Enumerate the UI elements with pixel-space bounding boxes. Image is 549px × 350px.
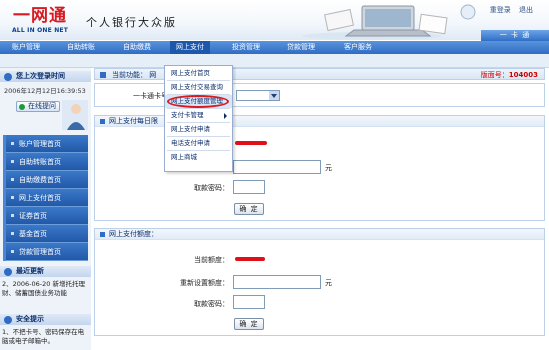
version-number: 104003 xyxy=(508,71,538,79)
security-header: 安全提示 xyxy=(0,314,91,325)
yuan-unit: 元 xyxy=(325,164,332,172)
bank-slogan: 个人银行大众版 xyxy=(86,16,177,29)
logo-text: 一网通 xyxy=(13,6,67,26)
agent-figure-icon xyxy=(62,100,88,130)
password-field[interactable] xyxy=(233,180,265,194)
daily-limit-title: 网上支付每日限 xyxy=(95,116,544,127)
side-menu: 账户管理首页 自助转账首页 自助缴费首页 网上支付首页 证券首页 基金首页 贷款… xyxy=(3,135,88,261)
section-marker-icon xyxy=(100,119,105,124)
sidebar: 您上次登录时间 2006年12月12日16:39:53 在线提问 账户管理首页 … xyxy=(0,68,91,350)
side-menu-loan-home[interactable]: 贷款管理首页 xyxy=(6,243,88,261)
online-help-label: 在线提问 xyxy=(28,102,56,110)
confirm-button[interactable]: 确 定 xyxy=(234,203,264,215)
daily-limit-section: 网上支付每日限 元 取款密码： 确 定 xyxy=(94,115,545,221)
redacted-value xyxy=(235,141,267,145)
main-content: 当前功能： 网 版面号：104003 一卡通卡号： 网上支付每日限 元 取款密码… xyxy=(94,68,549,350)
main-nav: 账户管理 自助转账 自助缴费 网上支付 投资管理 贷款管理 客户服务 xyxy=(0,41,549,54)
side-menu-securities-home[interactable]: 证券首页 xyxy=(6,207,88,225)
yuan-unit-2: 元 xyxy=(325,279,332,287)
help-box: 在线提问 xyxy=(4,96,88,132)
password-label-2: 取款密码： xyxy=(194,300,229,308)
news-icon xyxy=(4,268,12,276)
side-menu-account-home[interactable]: 账户管理首页 xyxy=(6,135,88,153)
dropdown-item-card-management[interactable]: 支付卡管理 xyxy=(165,109,232,122)
news-header: 最近更新 xyxy=(0,266,91,277)
nav-investment[interactable]: 投资管理 xyxy=(232,41,260,54)
login-time-header: 您上次登录时间 xyxy=(0,71,91,82)
side-menu-fund-home[interactable]: 基金首页 xyxy=(6,225,88,243)
function-bar: 当前功能： 网 版面号：104003 xyxy=(94,68,545,80)
header: 一网通 ALL IN ONE NET 个人银行大众版 重登录 退出 一 卡 通 xyxy=(0,0,549,41)
password-field-2[interactable] xyxy=(233,295,265,309)
shield-icon xyxy=(4,316,12,324)
relogin-link[interactable]: 重登录 xyxy=(490,6,511,14)
nav-transfer[interactable]: 自助转账 xyxy=(67,41,95,54)
highlight-circle-annotation xyxy=(167,95,229,108)
logo: 一网通 ALL IN ONE NET xyxy=(4,6,76,36)
nav-loan[interactable]: 贷款管理 xyxy=(287,41,315,54)
side-menu-bills-home[interactable]: 自助缴费首页 xyxy=(6,171,88,189)
password-label: 取款密码： xyxy=(194,184,229,192)
dropdown-item-transaction-query[interactable]: 网上支付交易查询 xyxy=(165,81,232,94)
chevron-down-icon xyxy=(269,91,279,100)
card-select-section: 一卡通卡号： xyxy=(94,83,545,107)
nav-account[interactable]: 账户管理 xyxy=(12,41,40,54)
side-menu-online-payment-home[interactable]: 网上支付首页 xyxy=(6,189,88,207)
news-text: 2、2006-06-20 新增托托理财、储蓄国债业务功能 xyxy=(2,280,85,297)
clock-icon xyxy=(4,73,12,81)
chevron-right-icon xyxy=(224,113,227,119)
laptop-art-icon xyxy=(302,4,476,40)
bank-app: 一网通 ALL IN ONE NET 个人银行大众版 重登录 退出 一 卡 通 … xyxy=(0,0,549,350)
top-links: 重登录 退出 xyxy=(484,5,533,15)
card-tab[interactable]: 一 卡 通 xyxy=(481,30,549,41)
logout-link[interactable]: 退出 xyxy=(519,6,533,14)
version-label: 版面号： xyxy=(480,71,509,79)
dropdown-item-payment-apply[interactable]: 网上支付申请 xyxy=(165,123,232,136)
confirm-button-2[interactable]: 确 定 xyxy=(234,318,264,330)
reset-limit-input[interactable] xyxy=(233,275,321,289)
logo-subtitle: ALL IN ONE NET xyxy=(11,27,69,34)
current-function-label: 当前功能： 网 xyxy=(112,71,157,79)
payment-limit-title: 网上支付额度： xyxy=(95,229,544,240)
dropdown-item-payment-home[interactable]: 网上支付首页 xyxy=(165,67,232,80)
help-icon xyxy=(19,104,25,110)
sub-nav-strip xyxy=(0,54,549,68)
current-limit-label: 当前额度： xyxy=(194,256,229,264)
online-help-button[interactable]: 在线提问 xyxy=(16,101,60,112)
daily-limit-input[interactable] xyxy=(233,160,321,174)
payment-limit-section: 网上支付额度： 当前额度： 重新设置额度： 元 取款密码： 确 定 xyxy=(94,228,545,336)
reset-limit-label: 重新设置额度： xyxy=(180,279,229,287)
section-marker-icon xyxy=(100,232,105,237)
login-time-title: 您上次登录时间 xyxy=(16,72,65,80)
news-title: 最近更新 xyxy=(16,267,44,275)
dropdown-item-phone-payment-apply[interactable]: 电话支付申请 xyxy=(165,137,232,150)
nav-customer-service[interactable]: 客户服务 xyxy=(344,41,372,54)
security-title: 安全提示 xyxy=(16,315,44,323)
redacted-current-limit xyxy=(235,257,265,261)
dropdown-item-online-mall[interactable]: 网上商城 xyxy=(165,151,232,164)
version-info: 版面号：104003 xyxy=(481,70,538,80)
side-menu-transfer-home[interactable]: 自助转账首页 xyxy=(6,153,88,171)
online-payment-dropdown: 网上支付首页 网上支付交易查询 网上支付额度管理 支付卡管理 网上支付申请 电话… xyxy=(164,65,233,172)
card-number-select[interactable] xyxy=(236,90,280,101)
security-text: 1、不把卡号、密码保存在电脑或电子邮箱中。 xyxy=(2,328,85,345)
nav-payment-bills[interactable]: 自助缴费 xyxy=(123,41,151,54)
login-time-value: 2006年12月12日16:39:53 xyxy=(4,87,86,95)
function-icon xyxy=(100,72,106,78)
nav-online-payment[interactable]: 网上支付 xyxy=(170,41,210,54)
